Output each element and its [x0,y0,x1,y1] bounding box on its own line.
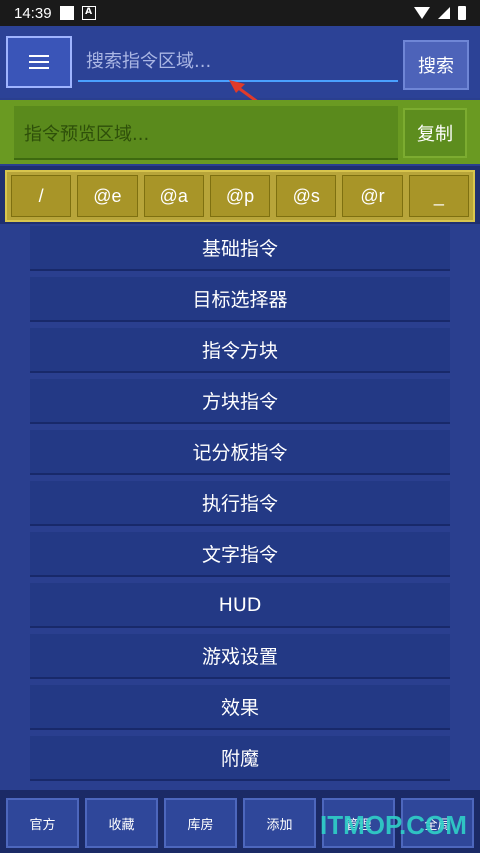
notification-a-icon: A [81,6,96,20]
hamburger-icon [29,55,49,69]
selector-p-button[interactable]: @p [209,175,271,217]
command-item-hud[interactable]: HUD [30,583,450,628]
command-item-scoreboard[interactable]: 记分板指令 [30,430,450,475]
search-button[interactable]: 搜索 [403,40,469,90]
notification-square-icon [59,6,74,20]
preview-bar: 指令预览区域... 复制 [0,100,480,164]
command-item-execute[interactable]: 执行指令 [30,481,450,526]
command-list: 基础指令 目标选择器 指令方块 方块指令 记分板指令 执行指令 文字指令 HUD… [30,226,450,787]
selector-underscore-button[interactable]: _ [408,175,469,217]
copy-button[interactable]: 复制 [403,108,467,158]
wifi-icon [414,7,430,19]
status-time: 14:39 [14,4,52,22]
selector-slash-button[interactable]: / [11,175,72,217]
selector-bar: / @e @a @p @s @r _ [0,166,480,224]
signal-icon [438,7,450,19]
nav-library-button[interactable]: 库房 [164,798,237,848]
selector-row: / @e @a @p @s @r _ [5,170,475,222]
command-item-block-commands[interactable]: 方块指令 [30,379,450,424]
menu-button[interactable] [6,36,72,88]
command-item-enchant[interactable]: 附魔 [30,736,450,781]
selector-r-button[interactable]: @r [342,175,403,217]
command-item-command-block[interactable]: 指令方块 [30,328,450,373]
selector-s-button[interactable]: @s [276,175,337,217]
status-icons [414,6,466,20]
command-item-text[interactable]: 文字指令 [30,532,450,577]
nav-favorites-button[interactable]: 收藏 [85,798,158,848]
status-bar: 14:39 A [0,0,480,26]
command-item-game-settings[interactable]: 游戏设置 [30,634,450,679]
command-item-target-selector[interactable]: 目标选择器 [30,277,450,322]
watermark: ITMOP.COM [320,810,467,840]
selector-a-button[interactable]: @a [143,175,204,217]
command-item-effect[interactable]: 效果 [30,685,450,730]
selector-e-button[interactable]: @e [77,175,138,217]
nav-official-button[interactable]: 官方 [6,798,79,848]
battery-icon [458,6,466,20]
preview-field[interactable]: 指令预览区域... [14,106,398,160]
command-item-basic[interactable]: 基础指令 [30,226,450,271]
nav-add-button[interactable]: 添加 [243,798,316,848]
